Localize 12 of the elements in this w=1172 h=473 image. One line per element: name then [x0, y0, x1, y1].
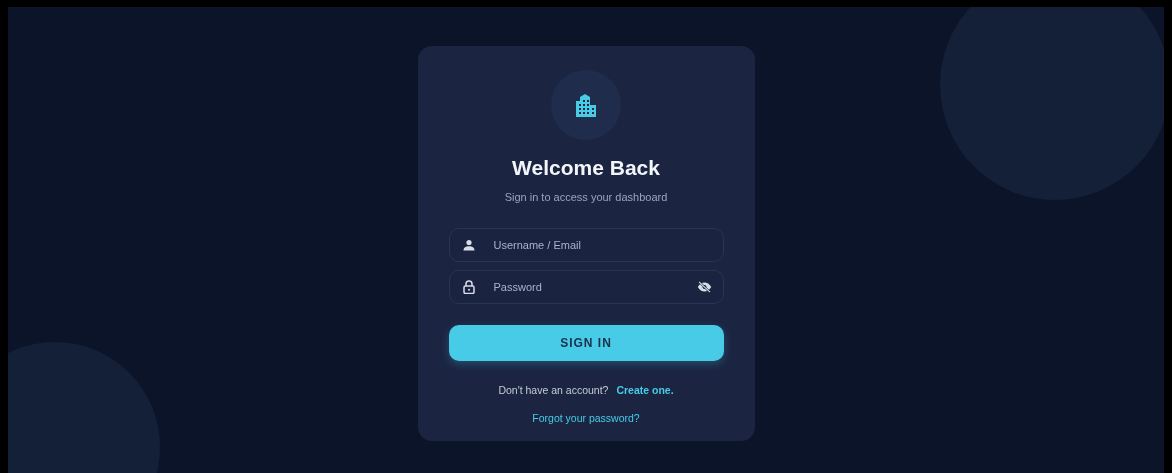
- lock-icon: [462, 280, 475, 294]
- forgot-password-link[interactable]: Forgot your password?: [532, 411, 640, 424]
- title: Welcome Back: [511, 155, 661, 181]
- user-icon: [462, 239, 475, 251]
- eye-off-icon[interactable]: [696, 281, 712, 293]
- signup-prompt: Don't have an account?: [498, 383, 609, 398]
- password-field[interactable]: Password: [448, 270, 724, 304]
- sign-in-button[interactable]: SIGN IN: [448, 325, 724, 361]
- building-icon: [575, 93, 597, 117]
- subtitle: Sign in to access your dashboard: [503, 189, 669, 205]
- create-account-link[interactable]: Create one.: [616, 383, 674, 399]
- username-field[interactable]: Username / Email: [448, 228, 724, 262]
